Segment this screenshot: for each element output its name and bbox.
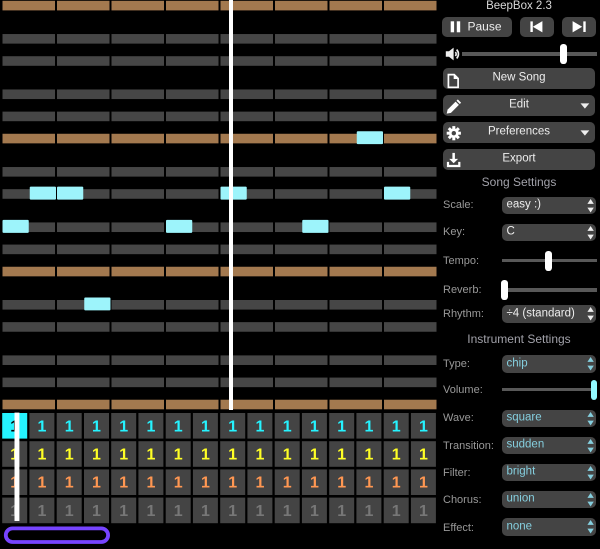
svg-text:1: 1 (255, 418, 264, 435)
svg-text:1: 1 (92, 503, 101, 520)
svg-text:1: 1 (419, 447, 428, 464)
svg-text:1: 1 (201, 418, 210, 435)
svg-text:1: 1 (283, 475, 292, 492)
svg-text:1: 1 (283, 503, 292, 520)
svg-text:1: 1 (65, 418, 74, 435)
svg-text:1: 1 (364, 447, 373, 464)
svg-text:1: 1 (174, 475, 183, 492)
svg-text:1: 1 (310, 475, 319, 492)
svg-text:1: 1 (337, 447, 346, 464)
svg-text:1: 1 (255, 503, 264, 520)
svg-text:1: 1 (228, 475, 237, 492)
svg-text:1: 1 (337, 475, 346, 492)
svg-text:1: 1 (310, 418, 319, 435)
svg-text:1: 1 (92, 418, 101, 435)
svg-text:1: 1 (255, 475, 264, 492)
svg-text:1: 1 (146, 418, 155, 435)
svg-text:1: 1 (337, 503, 346, 520)
svg-text:1: 1 (119, 475, 128, 492)
svg-text:1: 1 (174, 418, 183, 435)
svg-text:1: 1 (364, 503, 373, 520)
svg-text:1: 1 (146, 475, 155, 492)
svg-text:1: 1 (174, 447, 183, 464)
svg-text:1: 1 (392, 447, 401, 464)
svg-text:1: 1 (419, 475, 428, 492)
svg-text:1: 1 (146, 503, 155, 520)
svg-text:1: 1 (174, 503, 183, 520)
svg-text:1: 1 (392, 418, 401, 435)
svg-text:1: 1 (146, 447, 155, 464)
svg-text:1: 1 (38, 418, 47, 435)
svg-text:1: 1 (38, 475, 47, 492)
svg-text:1: 1 (283, 447, 292, 464)
svg-text:1: 1 (65, 447, 74, 464)
svg-text:1: 1 (38, 447, 47, 464)
svg-text:1: 1 (419, 503, 428, 520)
svg-text:1: 1 (310, 503, 319, 520)
svg-text:1: 1 (119, 503, 128, 520)
svg-text:1: 1 (201, 475, 210, 492)
svg-text:1: 1 (419, 418, 428, 435)
svg-text:1: 1 (364, 475, 373, 492)
svg-text:1: 1 (364, 418, 373, 435)
svg-text:1: 1 (228, 503, 237, 520)
svg-text:1: 1 (65, 503, 74, 520)
svg-text:1: 1 (228, 447, 237, 464)
svg-text:1: 1 (92, 475, 101, 492)
svg-text:1: 1 (119, 447, 128, 464)
svg-text:1: 1 (283, 418, 292, 435)
svg-text:1: 1 (228, 418, 237, 435)
svg-text:1: 1 (255, 447, 264, 464)
svg-text:1: 1 (92, 447, 101, 464)
svg-text:1: 1 (38, 503, 47, 520)
svg-text:1: 1 (337, 418, 346, 435)
svg-text:1: 1 (119, 418, 128, 435)
svg-text:1: 1 (201, 503, 210, 520)
svg-text:1: 1 (65, 475, 74, 492)
svg-text:1: 1 (310, 447, 319, 464)
svg-text:1: 1 (392, 475, 401, 492)
svg-text:1: 1 (201, 447, 210, 464)
svg-text:1: 1 (392, 503, 401, 520)
